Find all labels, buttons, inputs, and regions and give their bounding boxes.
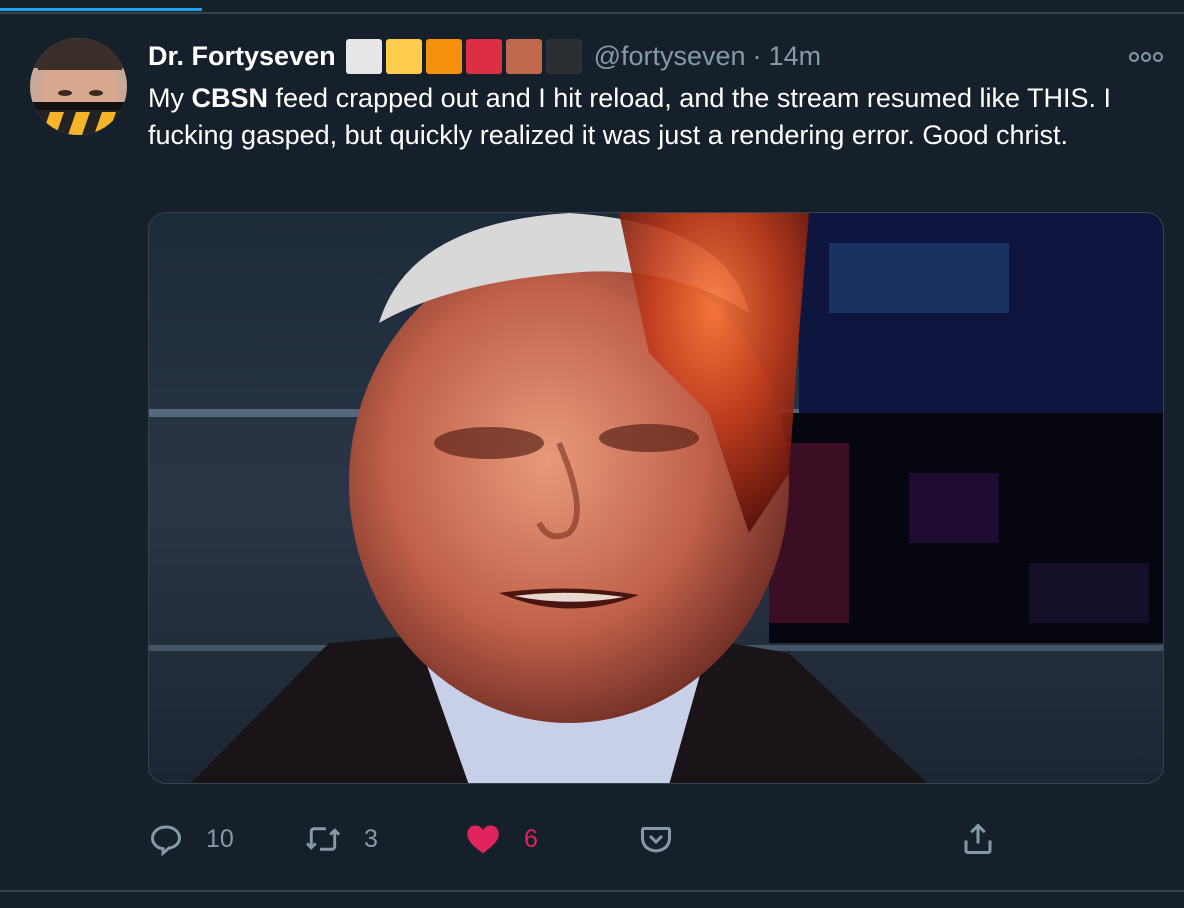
- tweet-action-bar: 10 3 6: [148, 816, 1008, 862]
- share-button[interactable]: [960, 816, 996, 862]
- swatch-orange: [425, 38, 462, 74]
- swatch-dark: [545, 38, 582, 74]
- like-button[interactable]: 6: [464, 816, 538, 862]
- retweet-icon: [304, 821, 342, 857]
- tweet-text: My CBSN feed crapped out and I hit reloa…: [148, 80, 1158, 154]
- timestamp[interactable]: 14m: [769, 41, 822, 72]
- tweet-text-start: My: [148, 83, 192, 113]
- reply-count: 10: [206, 824, 234, 853]
- avatar[interactable]: [30, 38, 127, 135]
- reply-button[interactable]: 10: [148, 816, 234, 862]
- swatch-red: [465, 38, 502, 74]
- reply-icon: [148, 821, 184, 857]
- pocket-save-icon: [638, 821, 674, 857]
- tweet-header: Dr. Fortyseven @fortyseven · 14m: [148, 38, 821, 74]
- retweet-count: 3: [364, 824, 378, 853]
- swatch-brown: [505, 38, 542, 74]
- timeline-divider-top: [0, 12, 1184, 14]
- heart-icon: [464, 821, 502, 857]
- swatch-white: [345, 38, 382, 74]
- loading-progress-bar: [0, 8, 202, 11]
- more-options-icon[interactable]: [1128, 50, 1164, 64]
- tweet-media-image[interactable]: [148, 212, 1164, 784]
- tweet-text-bold: CBSN: [191, 83, 269, 113]
- name-color-swatches: [345, 38, 582, 74]
- display-name[interactable]: Dr. Fortyseven: [148, 41, 336, 72]
- user-handle[interactable]: @fortyseven: [594, 41, 746, 72]
- retweet-button[interactable]: 3: [304, 816, 378, 862]
- header-separator: ·: [752, 40, 762, 71]
- like-count: 6: [524, 824, 538, 853]
- share-icon: [960, 821, 996, 857]
- tweet-text-rest: feed crapped out and I hit reload, and t…: [148, 83, 1111, 150]
- swatch-yellow: [385, 38, 422, 74]
- save-button[interactable]: [638, 816, 674, 862]
- timeline-divider-bottom: [0, 890, 1184, 892]
